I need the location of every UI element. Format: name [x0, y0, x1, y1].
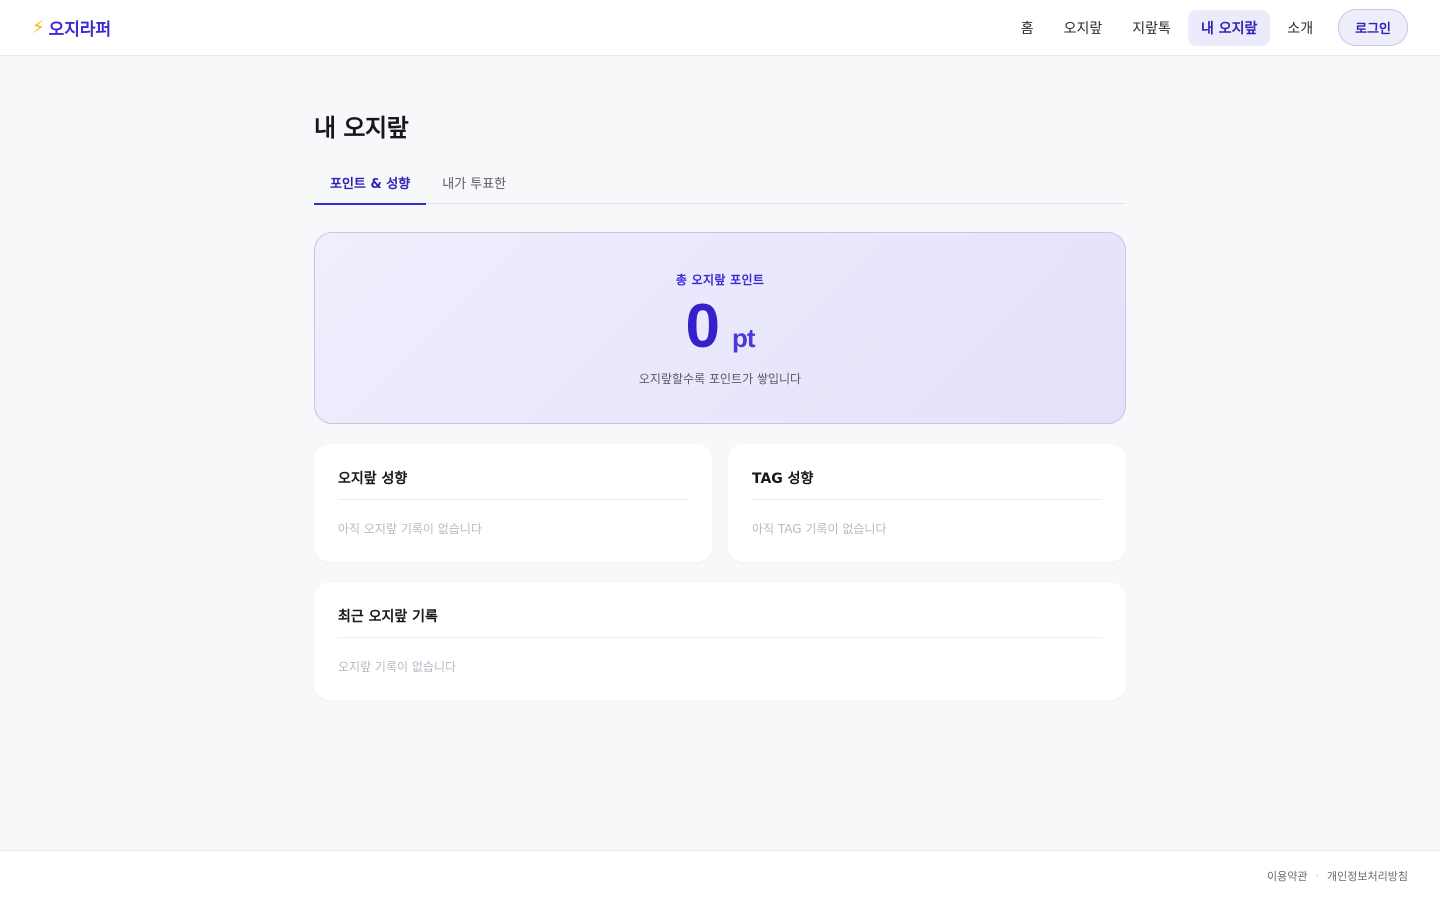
points-caption: 오지랖할수록 포인트가 쌓입니다: [638, 372, 802, 386]
tag-empty-text: 아직 TAG 기록이 없습니다: [752, 522, 887, 536]
tag-card-title: TAG 성향: [752, 468, 1102, 500]
tab-my-votes[interactable]: 내가 투표한: [426, 169, 522, 204]
points-unit: pt: [731, 323, 756, 353]
points-label: 총 오지랖 포인트: [675, 273, 765, 287]
page-title: 내 오지랖: [314, 114, 409, 142]
nav-item-about[interactable]: 소개: [1274, 10, 1326, 46]
points-value-row: 0 pt: [685, 292, 756, 361]
main-nav: 홈 오지랖 지랖톡 내 오지랖 소개 로그인: [1008, 9, 1408, 46]
nav-item-jiraptalk[interactable]: 지랖톡: [1119, 10, 1184, 46]
login-button[interactable]: 로그인: [1338, 9, 1408, 46]
tab-points-tendency[interactable]: 포인트 & 성향: [314, 169, 427, 205]
tab-bar: 포인트 & 성향 내가 투표한: [314, 169, 1126, 205]
recent-card-title: 최근 오지랖 기록: [338, 606, 1102, 638]
tendency-empty-text: 아직 오지랖 기록이 없습니다: [338, 522, 482, 536]
tendency-card: 오지랖 성향 아직 오지랖 기록이 없습니다: [314, 444, 712, 562]
points-value: 0: [685, 292, 720, 361]
nav-item-my-ojirap[interactable]: 내 오지랖: [1187, 9, 1271, 46]
privacy-link[interactable]: 개인정보처리방침: [1327, 868, 1408, 884]
top-header: ⚡ 오지라퍼 홈 오지랖 지랖톡 내 오지랖 소개 로그인: [0, 0, 1440, 56]
tendency-card-title: 오지랖 성향: [338, 468, 688, 500]
terms-link[interactable]: 이용약관: [1267, 868, 1307, 884]
nav-item-home[interactable]: 홈: [1008, 10, 1047, 46]
footer-separator: ·: [1315, 869, 1320, 882]
logo[interactable]: ⚡ 오지라퍼: [32, 15, 111, 40]
points-card: 총 오지랖 포인트 0 pt 오지랖할수록 포인트가 쌓입니다: [314, 232, 1126, 424]
tag-card: TAG 성향 아직 TAG 기록이 없습니다: [728, 444, 1126, 562]
lightning-icon: ⚡: [32, 17, 45, 38]
nav-item-ojirap[interactable]: 오지랖: [1051, 10, 1116, 46]
recent-empty-text: 오지랖 기록이 없습니다: [338, 660, 457, 674]
main-content: 내 오지랖 포인트 & 성향 내가 투표한 총 오지랖 포인트 0 pt 오지랖…: [314, 56, 1126, 700]
footer: 이용약관 · 개인정보처리방침: [0, 850, 1440, 900]
recent-records-card: 최근 오지랖 기록 오지랖 기록이 없습니다: [314, 582, 1126, 700]
tendency-row: 오지랖 성향 아직 오지랖 기록이 없습니다 TAG 성향 아직 TAG 기록이…: [314, 444, 1126, 562]
logo-text: 오지라퍼: [48, 20, 112, 40]
